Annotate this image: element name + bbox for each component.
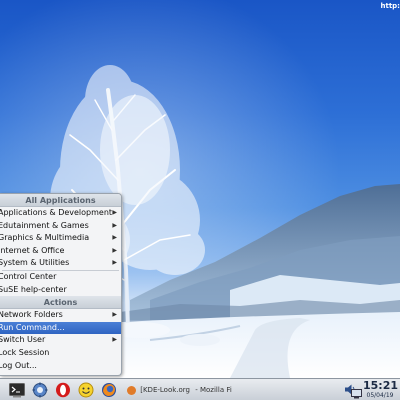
konqueror-icon[interactable] xyxy=(32,382,48,398)
opera-browser-icon[interactable] xyxy=(55,382,71,398)
menu-item-internet-office[interactable]: Internet & Office ▶ xyxy=(0,245,121,258)
task-button-kde-look-icon xyxy=(127,385,136,395)
menu-item-control-center[interactable]: Control Center xyxy=(0,271,121,284)
menu-item-run-command[interactable]: Run Command... xyxy=(0,321,121,335)
menu-item-label: Log Out... xyxy=(0,360,37,370)
network-monitor-icon[interactable] xyxy=(351,389,362,399)
submenu-arrow-icon: ▶ xyxy=(112,259,117,267)
submenu-arrow-icon: ▶ xyxy=(112,221,117,229)
menu-item-label: Run Command... xyxy=(0,322,65,332)
menu-item-log-out[interactable]: Log Out... xyxy=(0,360,121,373)
submenu-arrow-icon: ▶ xyxy=(112,234,117,242)
menu-header-all-applications: All Applications xyxy=(0,194,121,207)
menu-header-actions: Actions xyxy=(0,296,121,310)
menu-item-lock-session[interactable]: Lock Session xyxy=(0,347,121,360)
task-button-kde-look[interactable]: [KDE-Look.org xyxy=(140,381,190,399)
task-button-mozilla[interactable]: - Mozilla Fi xyxy=(195,381,232,399)
kde-start-menu: All Applications Applications & Developm… xyxy=(0,193,122,376)
menu-item-edutainment-games[interactable]: Edutainment & Games ▶ xyxy=(0,220,121,233)
menu-item-system-utilities[interactable]: System & Utilities ▶ xyxy=(0,257,121,270)
menu-item-label: Network Folders xyxy=(0,310,63,320)
menu-item-label: Applications & Development xyxy=(0,208,113,217)
menu-item-graphics-multimedia[interactable]: Graphics & Multimedia ▶ xyxy=(0,232,121,245)
kopete-smiley-icon[interactable] xyxy=(78,382,94,398)
menu-item-network-folders[interactable]: Network Folders ▶ xyxy=(0,309,121,322)
submenu-arrow-icon: ▶ xyxy=(112,336,117,344)
menu-item-label: Control Center xyxy=(0,271,57,281)
menu-item-help-center[interactable]: SuSE help-center xyxy=(0,284,121,297)
menu-item-label: Switch User xyxy=(0,335,46,345)
clock-time: 15:21 xyxy=(363,379,399,392)
menu-item-label: System & Utilities xyxy=(0,258,70,268)
menu-item-switch-user[interactable]: Switch User ▶ xyxy=(0,334,121,347)
submenu-arrow-icon: ▶ xyxy=(112,246,117,254)
firefox-icon[interactable] xyxy=(101,382,117,398)
menu-item-label: Lock Session xyxy=(0,347,50,357)
menu-item-label: Edutainment & Games xyxy=(0,220,89,230)
clock-date: 05/04/19 xyxy=(366,392,394,399)
menu-item-label: SuSE help-center xyxy=(0,284,67,294)
menu-item-label: Graphics & Multimedia xyxy=(0,233,90,243)
menu-item-label: Internet & Office xyxy=(0,245,65,255)
clock[interactable]: 15:21 05/04/19 xyxy=(363,379,399,399)
url-label: http: xyxy=(380,2,400,10)
submenu-arrow-icon: ▶ xyxy=(112,209,117,216)
terminal-icon[interactable] xyxy=(9,382,25,398)
menu-item-applications-development[interactable]: Applications & Development ▶ xyxy=(0,207,121,220)
kde-panel: [KDE-Look.org - Mozilla Fi 15:21 05/04/1… xyxy=(0,378,400,400)
taskbar-window-list: [KDE-Look.org - Mozilla Fi xyxy=(127,381,232,399)
submenu-arrow-icon: ▶ xyxy=(112,311,117,319)
